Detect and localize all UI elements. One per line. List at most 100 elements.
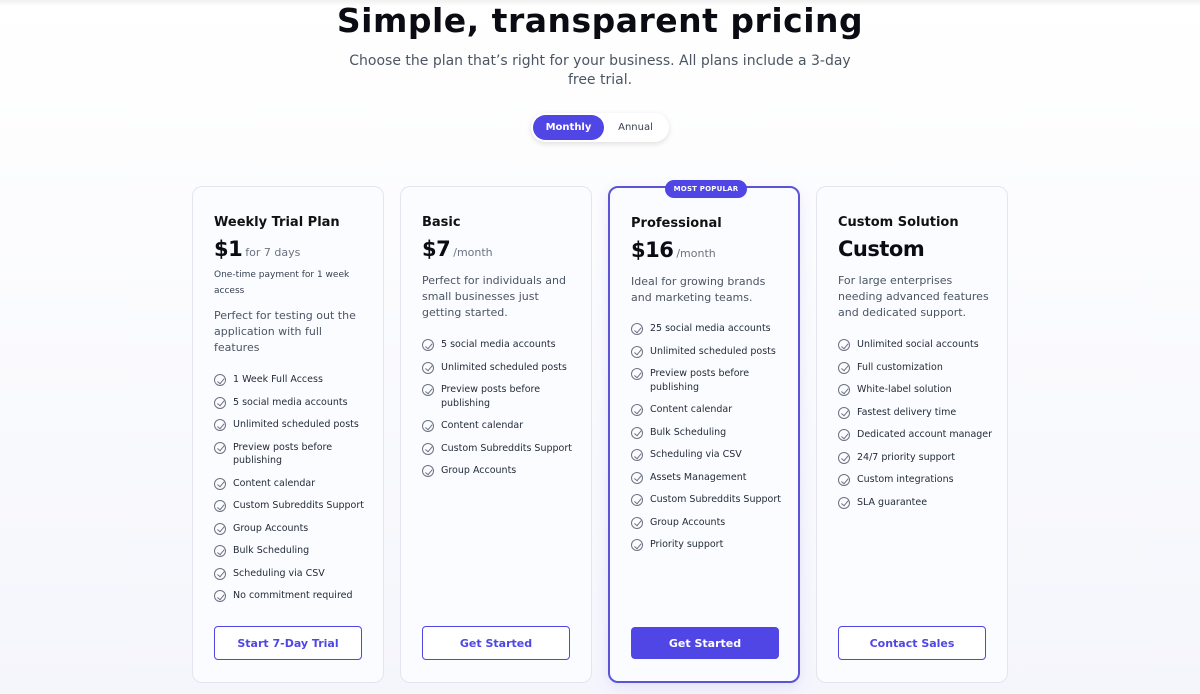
feature-item: Scheduling via CSV <box>214 567 374 581</box>
check-circle-icon <box>422 465 434 477</box>
feature-label: Fastest delivery time <box>857 406 957 418</box>
check-circle-icon <box>631 539 643 551</box>
billing-toggle: Monthly Annual <box>531 113 669 142</box>
feature-label: Unlimited scheduled posts <box>441 361 567 373</box>
check-circle-icon <box>214 590 226 602</box>
plan-card-basic: Basic $7 /month Perfect for individuals … <box>400 186 592 683</box>
feature-label: 1 Week Full Access <box>233 374 323 385</box>
feature-item: Unlimited scheduled posts <box>214 418 374 432</box>
plan-price: $7 <box>422 237 451 261</box>
check-circle-icon <box>631 494 643 506</box>
feature-item: Priority support <box>631 538 791 552</box>
feature-item: Unlimited scheduled posts <box>631 345 791 359</box>
plan-price: $1 <box>214 237 243 261</box>
check-circle-icon <box>631 345 643 358</box>
plan-name: Custom Solution <box>838 215 959 230</box>
feature-item: Preview posts before publishing <box>631 367 791 394</box>
feature-item: 5 social media accounts <box>422 338 582 352</box>
check-circle-icon <box>631 449 643 461</box>
feature-item: Custom Subreddits Support <box>631 493 791 507</box>
feature-label: 5 social media accounts <box>441 339 556 350</box>
check-circle-icon <box>422 442 434 455</box>
feature-label: Preview posts before publishing <box>441 384 541 409</box>
feature-label: Bulk Scheduling <box>233 545 310 556</box>
feature-label: Content calendar <box>441 420 524 431</box>
contact-sales-button[interactable]: Contact Sales <box>838 626 986 660</box>
plan-name: Basic <box>422 215 461 230</box>
feature-label: Unlimited scheduled posts <box>650 345 776 357</box>
check-circle-icon <box>214 396 226 409</box>
feature-label: SLA guarantee <box>857 496 928 508</box>
feature-label: Custom Subreddits Support <box>650 494 781 505</box>
check-circle-icon <box>631 471 643 484</box>
plan-price-row: $1 for 7 days <box>214 237 300 261</box>
check-circle-icon <box>214 567 226 580</box>
feature-item: Custom Subreddits Support <box>422 442 582 456</box>
feature-label: Custom Subreddits Support <box>233 500 364 511</box>
feature-label: Bulk Scheduling <box>650 426 727 438</box>
check-circle-icon <box>422 339 434 351</box>
start-trial-button[interactable]: Start 7-Day Trial <box>214 626 362 660</box>
feature-label: Preview posts before publishing <box>650 368 750 393</box>
check-circle-icon <box>214 477 226 490</box>
feature-item: 1 Week Full Access <box>214 373 374 387</box>
feature-label: Scheduling via CSV <box>233 567 325 579</box>
plan-note: One-time payment for 1 week access <box>214 270 350 296</box>
get-started-professional-button[interactable]: Get Started <box>631 627 779 659</box>
feature-label: Group Accounts <box>650 516 726 528</box>
feature-item: Bulk Scheduling <box>631 426 791 440</box>
plan-card-weekly-trial: Weekly Trial Plan $1 for 7 days One-time… <box>192 186 384 683</box>
feature-label: Unlimited scheduled posts <box>233 419 359 430</box>
plan-period: for 7 days <box>245 246 301 259</box>
feature-item: Preview posts before publishing <box>422 383 582 410</box>
feature-label: Custom Subreddits Support <box>441 442 572 454</box>
feature-item: Custom integrations <box>838 473 998 487</box>
plan-price: Custom <box>838 237 925 261</box>
feature-label: Priority support <box>650 539 724 550</box>
check-circle-icon <box>838 339 850 351</box>
check-circle-icon <box>214 500 226 512</box>
feature-label: Scheduling via CSV <box>650 449 742 460</box>
feature-label: 5 social media accounts <box>233 396 348 408</box>
check-circle-icon <box>214 374 226 386</box>
feature-item: Dedicated account manager <box>838 428 998 442</box>
most-popular-badge: MOST POPULAR <box>665 180 747 198</box>
plan-card-professional: MOST POPULAR Professional $16 /month Ide… <box>608 180 800 683</box>
feature-label: Full customization <box>857 361 943 373</box>
pricing-page: Simple, transparent pricing Choose the p… <box>0 0 1200 694</box>
feature-list: 5 social media accounts Unlimited schedul… <box>422 338 582 487</box>
billing-option-monthly[interactable]: Monthly <box>533 115 604 140</box>
feature-item: No commitment required <box>214 589 374 603</box>
check-circle-icon <box>838 474 850 486</box>
check-circle-icon <box>838 451 850 464</box>
check-circle-icon <box>422 420 434 432</box>
feature-label: Group Accounts <box>441 465 517 476</box>
feature-item: Bulk Scheduling <box>214 544 374 558</box>
plan-price-row: $7 /month <box>422 237 493 261</box>
check-circle-icon <box>631 404 643 416</box>
page-subtitle: Choose the plan that’s right for your bu… <box>349 53 851 88</box>
plan-description: Perfect for testing out the application … <box>214 309 356 354</box>
feature-label: Dedicated account manager <box>857 429 993 440</box>
plan-description: For large enterprises needing advanced f… <box>838 274 989 319</box>
get-started-basic-button[interactable]: Get Started <box>422 626 570 660</box>
feature-item: SLA guarantee <box>838 496 998 510</box>
feature-label: Custom integrations <box>857 474 954 485</box>
feature-item: Custom Subreddits Support <box>214 499 374 513</box>
feature-list: 25 social media accounts Unlimited schedu… <box>631 322 791 561</box>
feature-label: No commitment required <box>233 590 353 601</box>
feature-label: White-label solution <box>857 384 952 395</box>
check-circle-icon <box>838 496 850 509</box>
feature-item: 24/7 priority support <box>838 451 998 465</box>
feature-label: 25 social media accounts <box>650 323 771 334</box>
check-circle-icon <box>422 384 434 396</box>
feature-item: Fastest delivery time <box>838 406 998 420</box>
check-circle-icon <box>214 545 226 557</box>
feature-label: Preview posts before publishing <box>233 441 333 467</box>
plan-name: Weekly Trial Plan <box>214 215 340 230</box>
check-circle-icon <box>214 522 226 535</box>
billing-option-annual[interactable]: Annual <box>604 115 667 140</box>
feature-item: Group Accounts <box>422 464 582 478</box>
plan-description: Ideal for growing brands and marketing t… <box>631 275 766 304</box>
feature-label: Assets Management <box>650 471 747 483</box>
